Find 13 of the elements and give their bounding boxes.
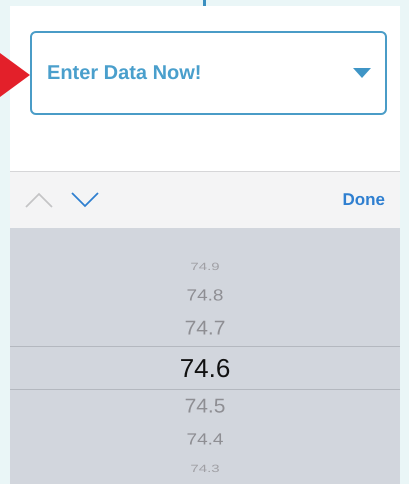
dropdown-field[interactable]: Enter Data Now!	[30, 31, 387, 115]
picker-option[interactable]: 74.7	[10, 312, 400, 346]
picker-wheel[interactable]: 74.9 74.8 74.7 74.6 74.5 74.4 74.3	[10, 228, 400, 484]
picker-option[interactable]: 74.3	[10, 456, 400, 482]
picker-option[interactable]: 74.9	[10, 254, 400, 280]
done-button[interactable]: Done	[342, 187, 385, 213]
arrow-icon	[0, 53, 30, 97]
caret-icon	[353, 68, 371, 78]
picker-option[interactable]: 74.8	[10, 280, 400, 312]
chevron-down-icon[interactable]	[71, 192, 99, 208]
picker-option[interactable]: 74.6	[10, 346, 400, 390]
picker-option[interactable]: 74.4	[10, 424, 400, 456]
picker-option[interactable]: 74.5	[10, 390, 400, 424]
